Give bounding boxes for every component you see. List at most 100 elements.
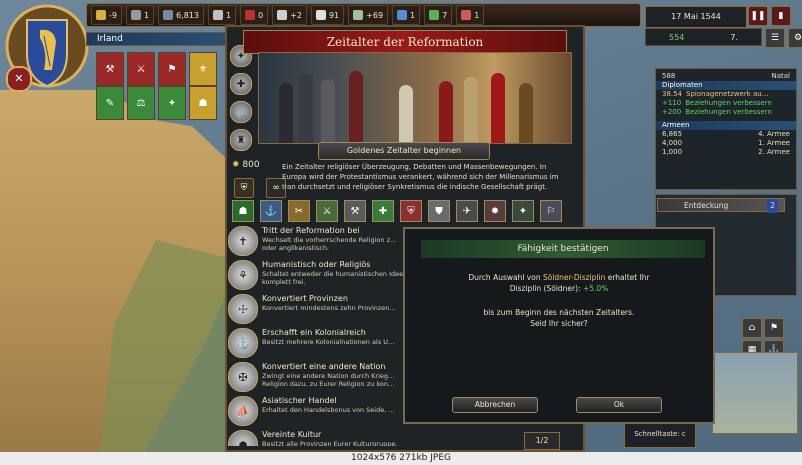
armies-list: 6,865 4. Armee 4,000 1. Armee 1,000 2. Armee	[656, 130, 796, 157]
resource-value: 7	[442, 10, 448, 20]
resource-value: +69	[366, 10, 384, 20]
minimap[interactable]	[712, 352, 798, 434]
objective-icon: ⛵	[228, 396, 258, 426]
discovery-row[interactable]: Entdeckung 2	[657, 198, 785, 213]
diplomat-value: +200	[662, 108, 682, 116]
dialog-ability-name: Söldner-Disziplin	[542, 273, 606, 282]
resource-value: 91	[328, 10, 340, 20]
ability-icon-2[interactable]: ⚓	[260, 200, 282, 222]
dialog-line4: Seid Ihr sicher?	[530, 319, 588, 328]
date-display[interactable]: 17 Mai 1544	[645, 6, 747, 28]
diplomat-row[interactable]: +200 Beziehungen verbessern	[656, 108, 796, 117]
mapmode-icon-1[interactable]: ⌂	[742, 318, 762, 338]
objective-desc: Wechselt die vorherrschende Religion z… …	[262, 236, 397, 252]
resource-military[interactable]: 1	[456, 5, 485, 25]
diplomats-header[interactable]: Diplomaten	[656, 81, 796, 90]
ability-icon-11[interactable]: ✦	[512, 200, 534, 222]
banner-6[interactable]: ⚖	[127, 86, 155, 120]
ability-icon-10[interactable]: ✸	[484, 200, 506, 222]
banner-5[interactable]: ✎	[96, 86, 124, 120]
hotkey-label: Schnelltaste: c	[634, 430, 686, 438]
shield-icon: ⛨	[234, 178, 254, 198]
menu-icon[interactable]: ⚙	[788, 28, 802, 48]
close-icon[interactable]: ✕	[6, 66, 32, 92]
ability-icon-3[interactable]: ✂	[288, 200, 310, 222]
ability-icon-1[interactable]: ☗	[232, 200, 254, 222]
legitimacy-icon	[315, 10, 326, 20]
objective-item[interactable]: ✠ Konvertiert eine andere Nation Zwingt ei…	[228, 362, 408, 395]
army-row[interactable]: 4,000 1. Armee	[656, 139, 796, 148]
ability-icon-7[interactable]: ⛨	[400, 200, 422, 222]
diplomat-action: Beziehungen verbessern	[685, 108, 772, 116]
ledger-icon[interactable]: ☰	[765, 28, 785, 48]
resource-corruption[interactable]: 0	[240, 5, 269, 25]
resource-value: 6,813	[176, 10, 199, 20]
resource-value: 1	[225, 10, 232, 20]
banner-4[interactable]: ⚜	[189, 52, 217, 86]
dialog-line2-pre: Disziplin (Söldner):	[509, 284, 583, 293]
objective-title: Vereinte Kultur	[262, 430, 322, 439]
speed-controls: ❚❚ ▮	[748, 6, 791, 26]
resource-treasury[interactable]: -9	[91, 5, 122, 25]
age-icon-4[interactable]: ♜	[230, 129, 252, 151]
resource-stability[interactable]: 1	[207, 5, 237, 25]
age-icon-3[interactable]: ⚓	[230, 101, 252, 123]
ability-icon-8[interactable]: ⛊	[428, 200, 450, 222]
objective-item[interactable]: ☩ Konvertiert Provinzen Konvertiert mindes…	[228, 294, 408, 327]
country-name-bar: Irland	[86, 32, 231, 46]
diplomats-list: 38.54 Spionagenetzwerk au… +110 Beziehungen…	[656, 90, 796, 117]
objective-desc: Schaltet entweder die humanistischen Ide…	[262, 270, 408, 286]
objective-item[interactable]: ⚓ Erschafft ein Kolonialreich Besitzt mehr…	[228, 328, 408, 361]
armies-header[interactable]: Armeen	[656, 121, 796, 130]
banner-3[interactable]: ⚑	[158, 52, 186, 86]
objective-desc: Erhaltet den Handelsbonus von Seide, …	[262, 406, 395, 414]
cancel-button[interactable]: Abbrechen	[452, 397, 538, 413]
resource-sailors[interactable]: 6,813	[158, 5, 204, 25]
hotkey-box[interactable]: Schnelltaste: c	[624, 420, 696, 448]
dialog-body: Durch Auswahl von Söldner-Disziplin erha…	[410, 272, 708, 329]
objective-icon: ✝	[228, 226, 258, 256]
objective-icon: ✠	[228, 362, 258, 392]
age-icon-2[interactable]: ✚	[230, 73, 252, 95]
banner-1[interactable]: ⚒	[96, 52, 124, 86]
page-indicator[interactable]: 1/2	[524, 432, 560, 450]
banner-2[interactable]: ⚔	[127, 52, 155, 86]
pause-icon[interactable]: ❚❚	[748, 6, 768, 26]
dialog-title: Fähigkeit bestätigen	[421, 240, 705, 258]
diplomat-row[interactable]: +110 Beziehungen verbessern	[656, 99, 796, 108]
golden-age-button[interactable]: Goldenes Zeitalter beginnen	[318, 142, 490, 160]
resource-prestige[interactable]: +2	[272, 5, 307, 25]
ability-icon-12[interactable]: ⚐	[540, 200, 562, 222]
speed-icon[interactable]: ▮	[771, 6, 791, 26]
country-shield[interactable]: ✕	[4, 2, 90, 98]
army-name: 1. Armee	[758, 139, 790, 147]
ability-icon-9[interactable]: ✈	[456, 200, 478, 222]
resource-admin[interactable]: 1	[392, 5, 421, 25]
mapmode-icon-2[interactable]: ⚑	[764, 318, 784, 338]
ability-icon-6[interactable]: ✚	[372, 200, 394, 222]
resource-power[interactable]: +69	[348, 5, 389, 25]
objective-item[interactable]: ⚘ Humanistisch oder Religiös Schaltet entw…	[228, 260, 408, 293]
banner-8[interactable]: ☗	[189, 86, 217, 120]
objective-item[interactable]: ⛵ Asiatischer Handel Erhaltet den Handelsb…	[228, 396, 408, 429]
army-row[interactable]: 1,000 2. Armee	[656, 148, 796, 157]
diplomat-row[interactable]: 38.54 Spionagenetzwerk au…	[656, 90, 796, 99]
resource-manpower[interactable]: 1	[125, 5, 155, 25]
ability-icon-5[interactable]: ⚒	[344, 200, 366, 222]
resource-diplo[interactable]: 7	[424, 5, 453, 25]
army-row[interactable]: 6,865 4. Armee	[656, 130, 796, 139]
objective-item[interactable]: ☗ Vereinte Kultur Besitzt alle Provinzen E…	[228, 430, 408, 446]
dialog-line1-pre: Durch Auswahl von	[468, 273, 543, 282]
ability-icon-4[interactable]: ⚔	[316, 200, 338, 222]
objective-item[interactable]: ✝ Tritt der Reformation bei Wechselt die v…	[228, 226, 408, 259]
outliner-panel: 588 Natal Diplomaten 38.54 Spionagenetzwer…	[655, 68, 797, 190]
ok-button[interactable]: Ok	[576, 397, 662, 413]
resource-legitimacy[interactable]: 91	[310, 5, 345, 25]
military-icon	[461, 10, 472, 20]
banner-7[interactable]: ✦	[158, 86, 186, 120]
star-icon: ✸	[232, 160, 240, 170]
objective-desc: Zwingt eine andere Nation durch Krieg… R…	[262, 372, 395, 388]
objective-desc: Besitzt mehrere Kolonialnationen als U…	[262, 338, 395, 346]
objective-icon: ⚘	[228, 260, 258, 290]
age-score-value: 800	[242, 160, 260, 170]
